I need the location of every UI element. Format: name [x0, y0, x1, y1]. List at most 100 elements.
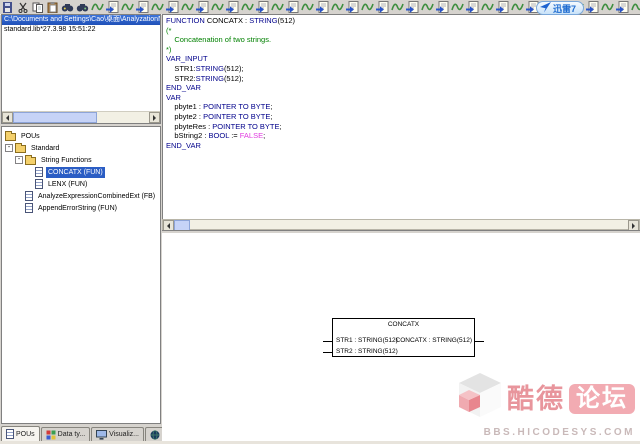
input-wire-2	[323, 352, 332, 353]
tab-label: POUs	[16, 431, 35, 438]
macro-green-icon[interactable]	[361, 1, 375, 13]
fbd-diagram-area[interactable]: CONCATX STR1 : STRING(512) STR2 : STRING…	[162, 233, 640, 444]
doc-arrow-icon[interactable]	[496, 1, 510, 13]
pou-icon	[35, 167, 46, 177]
code-line: STR2:STRING(512);	[166, 74, 640, 84]
macro-green-icon[interactable]	[181, 1, 195, 13]
macro-green-icon[interactable]	[271, 1, 285, 13]
tree-item-lenx-fun[interactable]: LENX (FUN)	[2, 178, 160, 190]
folder-icon	[15, 143, 29, 153]
doc-arrow-icon[interactable]	[406, 1, 420, 13]
code-line: (*	[166, 26, 640, 36]
code-line: pbyte1 : POINTER TO BYTE;	[166, 102, 640, 112]
codesys-main-window: { "colors": { "window_bg": "#d6d3ce", "t…	[0, 0, 640, 444]
macro-green-icon[interactable]	[151, 1, 165, 13]
macro-green-icon[interactable]	[211, 1, 225, 13]
tab-label: Data ty...	[58, 431, 86, 438]
macro-green-icon[interactable]	[511, 1, 525, 13]
doc-arrow-icon[interactable]	[136, 1, 150, 13]
input-wire-1	[323, 341, 332, 342]
tab-label: Visualiz...	[109, 431, 139, 438]
macro-green-icon[interactable]	[91, 1, 105, 13]
code-hscrollbar[interactable]	[162, 219, 640, 230]
paste-icon[interactable]	[46, 1, 60, 13]
tree-item-label: AppendErrorString (FUN)	[36, 203, 119, 214]
code-line: FUNCTION CONCATX : STRING(512)	[166, 16, 640, 26]
doc-arrow-icon[interactable]	[316, 1, 330, 13]
macro-green-icon[interactable]	[481, 1, 495, 13]
tree-item-concatx-fun[interactable]: CONCATX (FUN)	[2, 166, 160, 178]
globals-icon	[150, 430, 160, 440]
doc-arrow-icon[interactable]	[106, 1, 120, 13]
forum-watermark: 酷德 论坛 BBS.HICODESYS.COM	[420, 371, 635, 438]
code-editor[interactable]: FUNCTION CONCATX : STRING(512)(* Concate…	[162, 14, 640, 219]
tab-data-ty[interactable]: Data ty...	[41, 427, 91, 441]
doc-arrow-icon[interactable]	[196, 1, 210, 13]
library-hscrollbar[interactable]	[2, 111, 160, 123]
macro-green-icon[interactable]	[301, 1, 315, 13]
cube-logo-icon	[457, 371, 503, 426]
code-line: STR1:STRING(512);	[166, 64, 640, 74]
library-manager-panel: C:\Documents and Settings\Cao\桌面\Analyza…	[1, 14, 161, 124]
copy-icon[interactable]	[31, 1, 45, 13]
tab-visualiz[interactable]: Visualiz...	[91, 427, 144, 441]
scroll-left-button[interactable]	[2, 112, 13, 123]
tree-item-standard[interactable]: - Standard	[2, 142, 160, 154]
object-organizer-tabs: POUsData ty...Visualiz...Global...	[1, 427, 161, 441]
thunder-bird-icon	[539, 2, 552, 15]
cut-icon[interactable]	[16, 1, 30, 13]
tree-item-label: AnalyzeExpressionCombinedExt (FB)	[36, 191, 157, 202]
pou-icon	[25, 191, 36, 201]
block-output: CONCATX : STRING(512)	[396, 337, 472, 344]
block-input-2: STR2 : STRING(512)	[336, 348, 398, 355]
code-line: pbyte2 : POINTER TO BYTE;	[166, 112, 640, 122]
doc-arrow-icon[interactable]	[226, 1, 240, 13]
doc-arrow-icon[interactable]	[436, 1, 450, 13]
tree-item-label: Standard	[29, 143, 61, 154]
doc-arrow-icon[interactable]	[286, 1, 300, 13]
doc-arrow-icon[interactable]	[376, 1, 390, 13]
scrollbar-track[interactable]	[190, 220, 628, 229]
code-line: bString2 : BOOL := FALSE;	[166, 131, 640, 141]
badge-label: 迅雷7	[553, 2, 576, 15]
tree-item-appenderrorstring-fun[interactable]: AppendErrorString (FUN)	[2, 202, 160, 214]
macro-green-icon[interactable]	[421, 1, 435, 13]
function-block-concatx[interactable]: CONCATX STR1 : STRING(512) STR2 : STRING…	[332, 318, 475, 357]
find-replace-icon[interactable]	[76, 1, 90, 13]
doc-arrow-icon[interactable]	[586, 1, 600, 13]
pou-icon	[35, 179, 46, 189]
folder-icon	[25, 155, 39, 165]
brand-chinese-text: 酷德	[507, 384, 565, 414]
library-window-title-bar[interactable]: C:\Documents and Settings\Cao\桌面\Analyza…	[2, 15, 160, 25]
site-url-text: BBS.HICODESYS.COM	[420, 427, 635, 438]
macro-green-icon[interactable]	[451, 1, 465, 13]
find-icon[interactable]	[61, 1, 75, 13]
code-line: VAR	[166, 93, 640, 103]
scrollbar-track[interactable]	[97, 112, 149, 123]
save-icon[interactable]	[1, 1, 15, 13]
code-line: *)	[166, 45, 640, 55]
tree-item-pous[interactable]: POUs	[2, 130, 160, 142]
doc-arrow-icon[interactable]	[616, 1, 630, 13]
tree-item-string-functions[interactable]: - String Functions	[2, 154, 160, 166]
doc-arrow-icon[interactable]	[466, 1, 480, 13]
collapse-minus-icon[interactable]: -	[15, 156, 23, 164]
collapse-minus-icon[interactable]: -	[5, 144, 13, 152]
pou-icon	[25, 203, 36, 213]
library-comment-area[interactable]	[2, 35, 160, 111]
tree-item-label: String Functions	[39, 155, 94, 166]
scrollbar-thumb[interactable]	[13, 112, 97, 123]
doc-arrow-icon[interactable]	[256, 1, 270, 13]
tree-item-analyzeexpressioncombinedext-fb[interactable]: AnalyzeExpressionCombinedExt (FB)	[2, 190, 160, 202]
doc-arrow-icon[interactable]	[166, 1, 180, 13]
thunder7-overlay-badge[interactable]: 迅雷7	[536, 1, 584, 15]
tab-pous[interactable]: POUs	[1, 426, 40, 441]
macro-green-icon[interactable]	[391, 1, 405, 13]
macro-green-icon[interactable]	[331, 1, 345, 13]
macro-green-icon[interactable]	[121, 1, 135, 13]
doc-arrow-icon[interactable]	[346, 1, 360, 13]
macro-green-icon[interactable]	[631, 1, 640, 13]
scroll-right-button[interactable]	[149, 112, 160, 123]
macro-green-icon[interactable]	[241, 1, 255, 13]
macro-green-icon[interactable]	[601, 1, 615, 13]
